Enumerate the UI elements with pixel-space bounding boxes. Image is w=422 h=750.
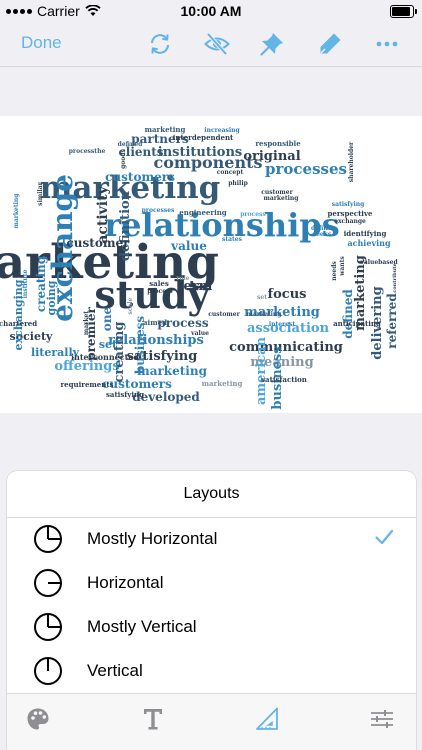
layout-option-mostly-vertical[interactable]: Mostly Vertical (7, 605, 416, 649)
pen-icon[interactable] (316, 30, 344, 58)
cloud-word: responsible (255, 139, 301, 148)
pie-mostly-vertical-icon (34, 613, 62, 641)
text-icon[interactable] (140, 706, 166, 732)
pin-icon[interactable] (258, 30, 286, 58)
layout-triangle-icon[interactable] (255, 706, 281, 732)
cloud-word: aimed (143, 318, 167, 327)
cloud-word: processes (142, 207, 175, 214)
word-cloud: marketingstudyrelationshipsmarketingexch… (0, 125, 399, 410)
pie-mostly-horizontal-icon (34, 525, 62, 553)
more-icon[interactable] (373, 30, 401, 58)
cloud-word: marketing (202, 379, 243, 388)
cloud-word: goods (120, 148, 127, 168)
cloud-word: customer (67, 236, 131, 250)
cloud-word: value (170, 239, 207, 253)
status-bar: Carrier 10:00 AM (0, 0, 422, 22)
cloud-word: communicating (229, 340, 343, 355)
cloud-word: referred (385, 293, 399, 349)
cloud-word: marketing (247, 311, 283, 318)
cloud-word: defined (118, 141, 144, 148)
cloud-word: process (240, 211, 266, 218)
cloud-word: institutions (158, 145, 243, 160)
cloud-word: chartered (0, 319, 37, 328)
cloud-word: interest (269, 321, 296, 328)
cloud-word: customer (261, 189, 293, 196)
cloud-word: increasing (204, 127, 240, 134)
top-toolbar: Done (0, 22, 422, 66)
layout-option-vertical[interactable]: Vertical (7, 649, 416, 693)
cloud-word: process (147, 288, 173, 295)
cloud-word: market (83, 311, 90, 335)
cloud-word: set (99, 338, 118, 351)
layout-option-mostly-horizontal[interactable]: Mostly Horizontal (7, 517, 416, 561)
refresh-icon[interactable] (146, 30, 174, 58)
cloud-word: states (222, 236, 243, 243)
cloud-word: marketing (137, 364, 208, 378)
cloud-word: engineering (179, 208, 227, 217)
checkmark-icon (375, 529, 394, 545)
sheet-title: Layouts (183, 485, 240, 502)
layout-option-label: Vertical (87, 661, 143, 680)
done-button[interactable]: Done (21, 33, 62, 53)
cloud-word: institute (22, 269, 29, 298)
cloud-word: marketing (264, 195, 300, 202)
cloud-word: definition (118, 190, 133, 261)
cloud-word: marketing (13, 193, 20, 229)
layout-option-label: Horizontal (87, 573, 164, 592)
cloud-word: original (243, 149, 300, 164)
cloud-word: set (257, 294, 267, 301)
cloud-word: interconnected (71, 352, 139, 362)
cloud-word: american (254, 336, 269, 405)
cloud-word: satisfying (332, 201, 365, 208)
cloud-word: marketing (145, 125, 186, 134)
cloud-word: customer (208, 311, 240, 318)
cloud-word: similar (37, 181, 44, 205)
cloud-word: customers (105, 170, 175, 184)
cloud-word: philip (228, 180, 248, 187)
cloud-word: interdependent (173, 133, 234, 142)
toolbar-separator (0, 66, 422, 67)
cloud-word: shareholder (348, 141, 355, 182)
cloud-word: concept (217, 169, 244, 176)
cloud-word: identifying (344, 229, 387, 238)
cloud-word: activity (95, 185, 111, 243)
layout-option-horizontal[interactable]: Horizontal (7, 561, 416, 605)
cloud-word: anticipating (333, 319, 381, 328)
layouts-sheet: Layouts Mostly Horizontal Horizontal Mos… (7, 471, 416, 750)
cloud-word: perspective (327, 209, 373, 218)
cloud-word: satisfying (106, 390, 144, 399)
cloud-word: value (190, 330, 209, 337)
cloud-word: requirements (60, 380, 113, 389)
cloud-word: one (100, 306, 114, 331)
layout-option-label: Mostly Horizontal (87, 529, 218, 548)
layout-option-label: Mostly Vertical (87, 617, 197, 636)
cloud-word: achieving (347, 238, 391, 248)
pie-horizontal-icon (34, 569, 62, 597)
palette-icon[interactable] (25, 706, 51, 732)
cloud-word: going (45, 280, 58, 315)
status-time: 10:00 AM (180, 3, 242, 19)
cloud-word: satisfaction (261, 375, 307, 384)
cloud-word: role (176, 275, 189, 282)
cloud-word: seeks (313, 231, 332, 238)
pie-vertical-icon (34, 657, 62, 685)
cloud-word: scale (127, 297, 134, 314)
cloud-word: focus (268, 287, 307, 302)
eye-slash-icon[interactable] (203, 30, 231, 58)
bottom-toolbar (7, 693, 416, 750)
settings-sliders-icon[interactable] (369, 706, 395, 732)
battery-level (392, 7, 410, 16)
cloud-word: sales (149, 279, 169, 288)
cloud-word: contribute (392, 263, 398, 292)
cloud-word: processthe (69, 148, 106, 155)
cloud-word: needs (331, 261, 338, 281)
battery-icon (390, 5, 417, 18)
word-cloud-canvas[interactable]: marketingstudyrelationshipsmarketingexch… (0, 116, 422, 413)
cloud-word: wants (339, 256, 346, 277)
cloud-word: exchange (334, 218, 366, 225)
